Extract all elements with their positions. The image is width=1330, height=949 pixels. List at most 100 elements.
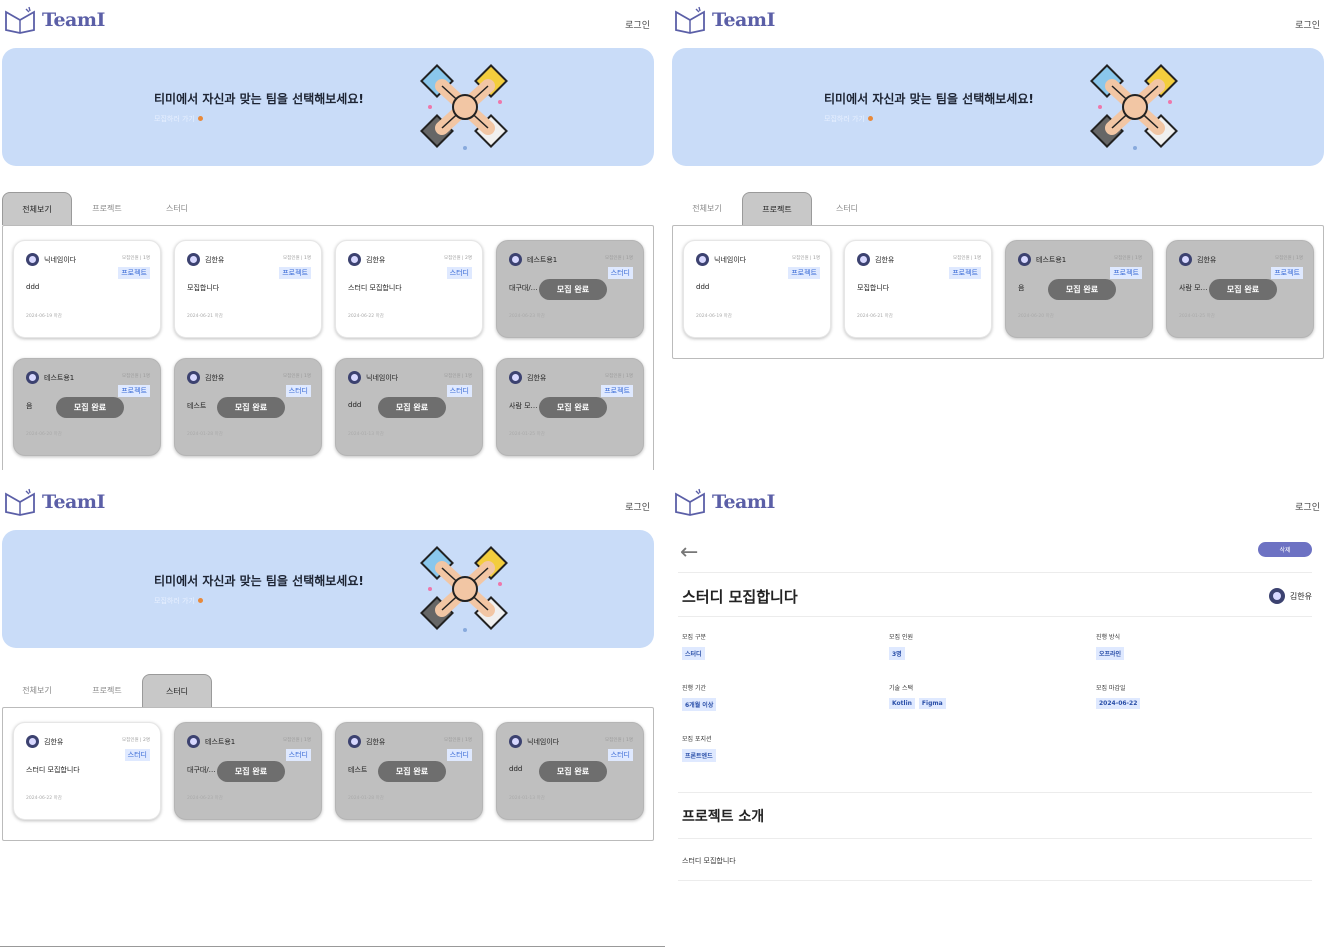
category-badge: 프로젝트	[949, 267, 981, 279]
field-values: 3명	[889, 647, 913, 660]
card-title: 테스트	[348, 766, 368, 774]
tab-study[interactable]: 스터디	[142, 674, 212, 707]
field-value-tag: 6개월 이상	[682, 698, 717, 711]
recruit-list-study-panel: TeamI 로그인티미에서 자신과 맞는 팀을 선택해보세요! 모집하러 가기전체보…	[0, 482, 660, 949]
recruit-card[interactable]: 테스트용1 모집인원 | 1명 스터디 대구대/… 2024-06-23 마감 모집 완료	[496, 240, 644, 338]
divider	[0, 946, 665, 947]
author-name: 김한유	[527, 374, 547, 382]
back-arrow-icon[interactable]: ←	[680, 540, 698, 565]
closed-badge: 모집 완료	[539, 397, 607, 418]
author-name: 김한유	[205, 374, 225, 382]
closed-badge: 모집 완료	[56, 397, 124, 418]
closed-badge: 모집 완료	[378, 761, 446, 782]
recruit-count: 모집인원 | 1명	[444, 374, 472, 379]
banner-title: 티미에서 자신과 맞는 팀을 선택해보세요!	[154, 574, 364, 588]
category-tabs: 전체보기 프로젝트 스터디	[672, 192, 882, 225]
login-link[interactable]: 로그인	[625, 500, 650, 513]
tab-study[interactable]: 스터디	[142, 192, 212, 225]
book-logo-icon	[675, 6, 705, 34]
login-link[interactable]: 로그인	[625, 18, 650, 31]
logo[interactable]: TeamI	[4, 6, 105, 34]
tab-all[interactable]: 전체보기	[2, 674, 72, 707]
recruit-card[interactable]: 김한유 모집인원 | 1명 프로젝트 모집합니다 2024-06-21 마감	[174, 240, 322, 338]
recruit-card[interactable]: 닉네임이다 모집인원 | 1명 스터디 ddd 2024-01-13 마감 모집 완료	[335, 358, 483, 456]
author-name: 테스트용1	[205, 738, 236, 746]
login-link[interactable]: 로그인	[1295, 500, 1320, 513]
card-title: 모집합니다	[857, 284, 890, 292]
recruit-count: 모집인원 | 1명	[444, 738, 472, 743]
recruit-card[interactable]: 테스트용1 모집인원 | 1명 스터디 대구대/… 2024-06-23 마감 모집 완료	[174, 722, 322, 820]
tab-project[interactable]: 프로젝트	[72, 674, 142, 707]
avatar	[348, 371, 361, 384]
author-name: 김한유	[1289, 591, 1312, 601]
info-field: 모집 인원 3명	[889, 632, 913, 660]
recruit-card[interactable]: 김한유 모집인원 | 2명 스터디 스터디 모집합니다 2024-06-22 마감	[13, 722, 161, 820]
closed-badge: 모집 완료	[539, 279, 607, 300]
tab-study[interactable]: 스터디	[812, 192, 882, 225]
card-title: 대구대/…	[509, 284, 538, 292]
banner-cta-text: 모집하러 가기	[154, 115, 195, 123]
recruit-card[interactable]: 김한유 모집인원 | 1명 프로젝트 사람 모… 2024-01-25 마감 모집 완료	[1166, 240, 1314, 338]
category-badge: 프로젝트	[279, 267, 311, 279]
login-link[interactable]: 로그인	[1295, 18, 1320, 31]
author-name: 김한유	[1197, 256, 1217, 264]
deadline-date: 2024-06-19 마감	[696, 314, 732, 319]
recruit-list-project-panel: TeamI 로그인티미에서 자신과 맞는 팀을 선택해보세요! 모집하러 가기전체보…	[670, 0, 1330, 470]
delete-button[interactable]: 삭제	[1258, 542, 1312, 557]
banner-cta-link[interactable]: 모집하러 가기	[824, 114, 873, 124]
tab-all[interactable]: 전체보기	[2, 192, 72, 225]
category-badge: 스터디	[285, 385, 311, 397]
recruit-card[interactable]: 김한유 모집인원 | 1명 프로젝트 모집합니다 2024-06-21 마감	[844, 240, 992, 338]
closed-badge: 모집 완료	[217, 397, 285, 418]
header: TeamI 로그인	[670, 0, 1330, 46]
tab-project[interactable]: 프로젝트	[742, 192, 812, 225]
book-logo-icon	[675, 488, 705, 516]
logo[interactable]: TeamI	[674, 6, 775, 34]
avatar	[26, 371, 39, 384]
field-label: 모집 인원	[889, 634, 913, 641]
tab-all[interactable]: 전체보기	[672, 192, 742, 225]
card-title: 음	[26, 402, 33, 410]
category-badge: 스터디	[446, 749, 472, 761]
recruit-card[interactable]: 닉네임이다 모집인원 | 1명 스터디 ddd 2024-01-13 마감 모집 완료	[496, 722, 644, 820]
author-name: 김한유	[875, 256, 895, 264]
recruit-count: 모집인원 | 1명	[1275, 256, 1303, 261]
card-title: ddd	[26, 283, 40, 291]
tab-project[interactable]: 프로젝트	[72, 192, 142, 225]
team-hands-illustration	[420, 62, 510, 156]
recruit-card[interactable]: 김한유 모집인원 | 1명 스터디 테스트 2024-01-28 마감 모집 완료	[335, 722, 483, 820]
recruit-card[interactable]: 김한유 모집인원 | 1명 프로젝트 사람 모… 2024-01-25 마감 모집 완료	[496, 358, 644, 456]
deadline-date: 2024-01-13 마감	[348, 432, 384, 437]
closed-badge: 모집 완료	[217, 761, 285, 782]
deadline-date: 2024-06-22 마감	[348, 314, 384, 319]
closed-badge: 모집 완료	[1209, 279, 1277, 300]
card-title: 대구대/…	[187, 766, 216, 774]
recruit-card-list: 닉네임이다 모집인원 | 1명 프로젝트 ddd 2024-06-19 마감 김한유 모집인…	[672, 225, 1324, 359]
recruit-card[interactable]: 김한유 모집인원 | 2명 스터디 스터디 모집합니다 2024-06-22 마감	[335, 240, 483, 338]
divider	[678, 572, 1312, 573]
logo[interactable]: TeamI	[674, 488, 775, 516]
field-value-tag: 스터디	[682, 647, 705, 660]
divider	[678, 880, 1312, 881]
field-label: 모집 구분	[682, 634, 706, 641]
info-field: 진행 방식 오프라인	[1096, 632, 1125, 660]
divider	[678, 838, 1312, 839]
banner-cta-link[interactable]: 모집하러 가기	[154, 596, 203, 606]
hero-banner: 티미에서 자신과 맞는 팀을 선택해보세요! 모집하러 가기	[672, 48, 1324, 166]
category-badge: 프로젝트	[1271, 267, 1303, 279]
book-logo-icon	[5, 6, 35, 34]
card-title: 음	[1018, 284, 1025, 292]
logo[interactable]: TeamI	[4, 488, 105, 516]
banner-cta-link[interactable]: 모집하러 가기	[154, 114, 203, 124]
recruit-card[interactable]: 테스트용1 모집인원 | 1명 프로젝트 음 2024-06-20 마감 모집 완료	[1005, 240, 1153, 338]
avatar	[509, 371, 522, 384]
category-tabs: 전체보기 프로젝트 스터디	[2, 674, 212, 707]
recruit-card[interactable]: 테스트용1 모집인원 | 1명 프로젝트 음 2024-06-20 마감 모집 완료	[13, 358, 161, 456]
category-badge: 스터디	[446, 267, 472, 279]
category-badge: 프로젝트	[788, 267, 820, 279]
recruit-card[interactable]: 닉네임이다 모집인원 | 1명 프로젝트 ddd 2024-06-19 마감	[683, 240, 831, 338]
divider	[678, 616, 1312, 617]
recruit-card[interactable]: 김한유 모집인원 | 1명 스터디 테스트 2024-01-28 마감 모집 완료	[174, 358, 322, 456]
app-name: TeamI	[42, 9, 105, 31]
recruit-card[interactable]: 닉네임이다 모집인원 | 1명 프로젝트 ddd 2024-06-19 마감	[13, 240, 161, 338]
